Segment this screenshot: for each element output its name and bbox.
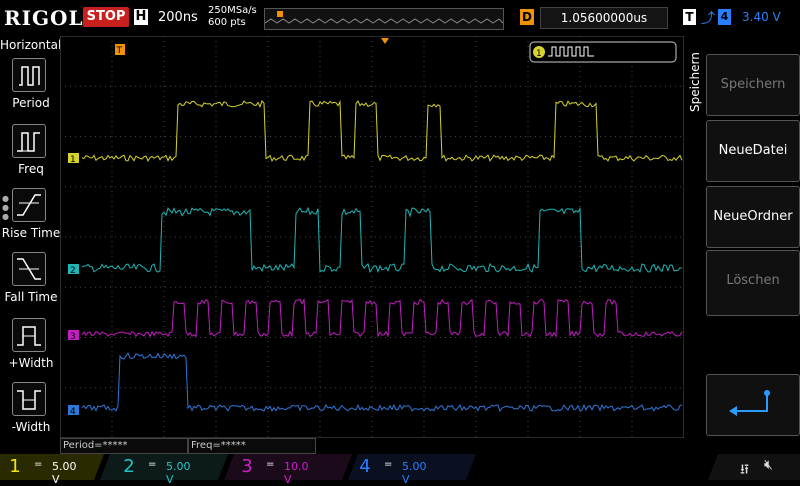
measure-pos-width-label: +Width	[8, 356, 54, 370]
new-file-button[interactable]: NeueDatei	[706, 120, 800, 182]
svg-text:1: 1	[536, 49, 542, 59]
menu-title: Speichern	[688, 52, 702, 112]
measurement-category[interactable]: Horizontal	[0, 38, 61, 52]
channel-3-coupling: =	[266, 459, 275, 470]
measure-rise-time-label: Rise Time	[1, 226, 61, 240]
channel-2-scale[interactable]: 5.00 V	[166, 460, 191, 486]
neg-width-icon	[12, 382, 46, 416]
channel-legend: 1	[529, 41, 677, 63]
scope-graticule: 1 2 3 4 T 1	[59, 35, 700, 439]
fall-time-icon	[12, 252, 46, 286]
sample-rate: 250MSa/s	[208, 5, 257, 16]
channel-2-number: 2	[123, 456, 135, 477]
measure-fall-time-label: Fall Time	[4, 290, 58, 304]
svg-text:T: T	[116, 46, 123, 56]
measure-rise-time[interactable]: Rise Time	[0, 188, 60, 252]
waveform-display[interactable]: 1 2 3 4 T 1	[59, 35, 700, 439]
freq-readout[interactable]: Freq=*****	[188, 438, 316, 454]
freq-icon	[12, 124, 46, 158]
svg-text:1: 1	[70, 155, 76, 165]
channel-1-scale[interactable]: 5.00 V	[52, 460, 77, 486]
channel-4-coupling: =	[384, 459, 393, 470]
enter-arrow-icon	[729, 390, 770, 416]
period-icon	[12, 58, 46, 92]
acquisition-info: 250MSa/s 600 pts	[208, 5, 257, 29]
measure-period-label: Period	[12, 96, 50, 110]
measure-pos-width[interactable]: +Width	[0, 318, 60, 382]
horizontal-badge: H	[134, 9, 148, 25]
measure-freq[interactable]: Freq	[0, 124, 60, 188]
delay-badge: D	[520, 9, 534, 25]
measure-period[interactable]: Period	[0, 58, 60, 122]
speaker-muted-icon[interactable]: 🔇︎	[764, 457, 773, 473]
channel-4-number: 4	[359, 456, 371, 477]
usb-icon: ⭿	[740, 462, 750, 478]
svg-text:4: 4	[70, 407, 76, 417]
measurement-sidebar: Horizontal Period Freq ● ● ● Rise Time Fal…	[0, 36, 61, 456]
horizontal-delay-value[interactable]: 1.05600000us	[540, 7, 668, 29]
trigger-level[interactable]: 3.40 V	[742, 10, 781, 24]
rising-edge-icon: ⤴	[701, 11, 715, 27]
trigger-source[interactable]: 4	[718, 9, 731, 25]
overview-trigger-marker	[277, 11, 283, 17]
trigger-badge: T	[683, 9, 696, 25]
channel-3-scale[interactable]: 10.0 V	[284, 460, 309, 486]
new-folder-button[interactable]: NeueOrdner	[706, 186, 800, 248]
measure-fall-time[interactable]: Fall Time	[0, 252, 60, 316]
enter-button[interactable]	[706, 374, 800, 436]
channel-bar: 1 = 5.00 V 2 = 5.00 V 3 = 10.0 V 4 = 5.0…	[0, 454, 800, 486]
channel-3-number: 3	[241, 456, 253, 477]
channel-1-coupling: =	[34, 459, 43, 470]
brand-logo: RIGOL	[4, 6, 84, 30]
pos-width-icon	[12, 318, 46, 352]
channel-1-number: 1	[9, 456, 21, 477]
memory-depth: 600 pts	[208, 17, 246, 28]
memory-overview-bar[interactable]	[264, 8, 504, 30]
overview-waveform	[264, 11, 504, 24]
delete-button[interactable]: Löschen	[706, 250, 800, 316]
run-stop-button[interactable]: STOP	[83, 7, 129, 27]
svg-text:2: 2	[70, 266, 76, 276]
timebase-value[interactable]: 200ns	[158, 10, 198, 25]
save-button[interactable]: Speichern	[706, 54, 800, 116]
status-bar: RIGOL STOP H 200ns 250MSa/s 600 pts D 1.…	[0, 0, 800, 36]
softkey-menu: Speichern Speichern NeueDatei NeueOrdner…	[688, 36, 800, 456]
trigger-time-marker[interactable]: T	[115, 44, 125, 56]
channel-4-scale[interactable]: 5.00 V	[402, 460, 427, 486]
channel-2-coupling: =	[148, 459, 157, 470]
rise-time-icon	[12, 188, 46, 222]
measure-freq-label: Freq	[18, 162, 44, 176]
svg-text:3: 3	[70, 332, 76, 342]
period-readout[interactable]: Period=*****	[60, 438, 188, 454]
measure-neg-width[interactable]: -Width	[0, 382, 60, 446]
measure-neg-width-label: -Width	[11, 420, 51, 434]
